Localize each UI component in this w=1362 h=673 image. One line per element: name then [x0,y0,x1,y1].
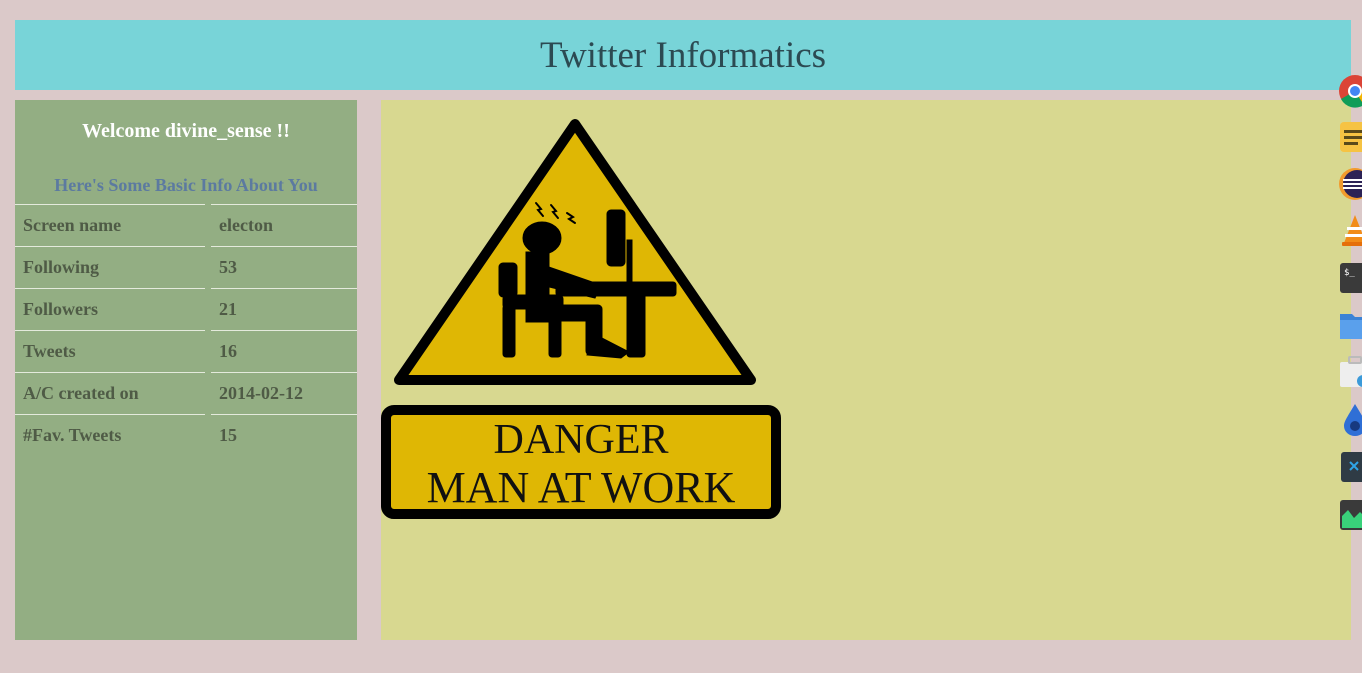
table-row: Screen name electon [15,204,357,246]
page-title: Twitter Informatics [539,34,827,76]
table-row: #Fav. Tweets 15 [15,414,357,456]
row-value: 16 [211,330,357,372]
row-label: A/C created on [15,372,205,414]
notes-icon[interactable] [1338,120,1362,154]
water-drop-icon[interactable] [1338,402,1362,436]
table-row: A/C created on 2014-02-12 [15,372,357,414]
svg-text:$_: $_ [1344,268,1355,278]
row-value: 15 [211,414,357,456]
welcome-message: Welcome divine_sense !! [82,120,290,142]
page-header: Twitter Informatics [15,20,1351,90]
under-construction-sign: DANGER MAN AT WORK [381,119,781,519]
row-label: #Fav. Tweets [15,414,205,456]
terminal-icon[interactable]: $_ [1338,261,1362,295]
danger-plate: DANGER MAN AT WORK [381,405,781,519]
row-label: Following [15,246,205,288]
sidebar-panel: Welcome divine_sense !! Here's Some Basi… [15,100,357,640]
table-row: Followers 21 [15,288,357,330]
sign-line-danger: DANGER [494,417,669,463]
row-value: electon [211,204,357,246]
main-content: DANGER MAN AT WORK [381,100,1351,640]
app-dock: $_ [1336,70,1362,540]
row-value: 2014-02-12 [211,372,357,414]
row-value: 21 [211,288,357,330]
code-editor-icon[interactable] [1338,450,1362,484]
row-label: Tweets [15,330,205,372]
software-store-icon[interactable] [1338,355,1362,389]
files-icon[interactable] [1338,308,1362,342]
chrome-icon[interactable] [1338,74,1362,108]
sign-line-man-at-work: MAN AT WORK [427,463,736,512]
warning-triangle-icon [394,119,756,385]
table-row: Tweets 16 [15,330,357,372]
row-value: 53 [211,246,357,288]
table-row: Following 53 [15,246,357,288]
info-subtitle: Here's Some Basic Info About You [54,175,318,195]
system-monitor-icon[interactable] [1338,498,1362,532]
user-info-table: Screen name electon Following 53 Followe… [15,204,357,456]
vlc-icon[interactable] [1338,213,1362,247]
row-label: Followers [15,288,205,330]
eclipse-icon[interactable] [1338,167,1362,201]
row-label: Screen name [15,204,205,246]
